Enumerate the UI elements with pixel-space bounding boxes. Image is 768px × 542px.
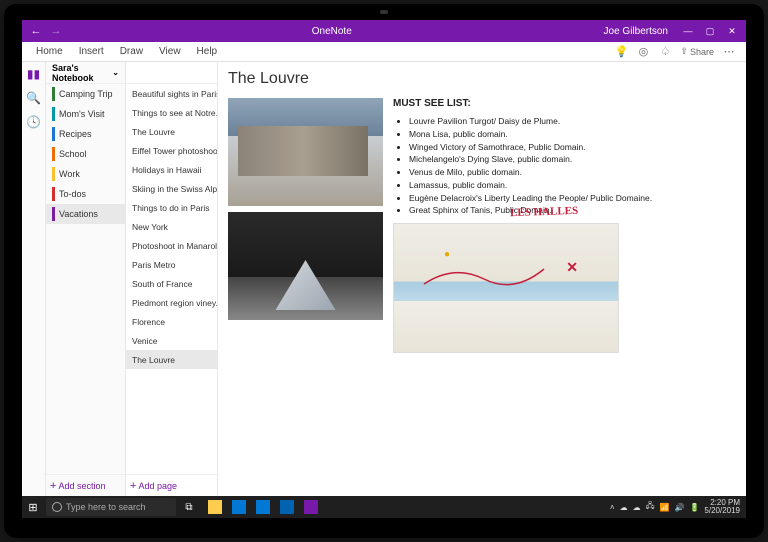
tray-onedrive-icon[interactable]: ☁ [620, 503, 628, 512]
task-view-button[interactable]: ⧉ [178, 496, 200, 518]
taskbar-app-photos[interactable] [276, 496, 298, 518]
section-item[interactable]: Work [46, 164, 125, 184]
list-item: Winged Victory of Samothrace, Public Dom… [409, 141, 736, 154]
page-item[interactable]: Photoshoot in Manarola [126, 236, 217, 255]
pages-panel: Beautiful sights in ParisThings to see a… [126, 62, 218, 496]
list-item: Mona Lisa, public domain. [409, 128, 736, 141]
menu-help[interactable]: Help [189, 46, 226, 57]
list-item: Venus de Milo, public domain. [409, 166, 736, 179]
page-item[interactable]: Piedmont region viney... [126, 293, 217, 312]
page-item[interactable]: Paris Metro [126, 255, 217, 274]
more-icon[interactable]: ⋯ [722, 45, 736, 59]
taskbar-app-store[interactable] [228, 496, 250, 518]
page-item[interactable]: The Louvre [126, 122, 217, 141]
page-item[interactable]: Venice [126, 331, 217, 350]
taskbar-app-mail[interactable] [252, 496, 274, 518]
note-canvas[interactable]: The Louvre MUST SEE LIST: Louvre Pavilio… [218, 62, 746, 496]
menu-draw[interactable]: Draw [112, 46, 151, 57]
forward-button[interactable]: → [50, 25, 62, 37]
section-item[interactable]: To-dos [46, 184, 125, 204]
bell-icon[interactable]: ♤ [658, 45, 672, 59]
windows-taskbar: ⊞ Type here to search ⧉ ˄ ☁ ☁ 🖧 📶 🔊 🔋 [22, 496, 746, 518]
page-item[interactable]: Florence [126, 312, 217, 331]
page-item[interactable]: Things to see at Notre... [126, 103, 217, 122]
menu-view[interactable]: View [151, 46, 189, 57]
notebooks-icon[interactable]: ▮▮ [26, 66, 42, 82]
map-x-mark: ✕ [566, 259, 578, 276]
page-item[interactable]: Eiffel Tower photoshoot [126, 141, 217, 160]
back-button[interactable]: ← [30, 25, 42, 37]
tray-network-icon[interactable]: 🖧 [646, 500, 655, 514]
taskbar-search[interactable]: Type here to search [46, 498, 176, 516]
chevron-down-icon: ⌄ [112, 68, 119, 77]
list-item: Eugène Delacroix's Liberty Leading the P… [409, 192, 736, 205]
app-title: OneNote [70, 26, 594, 37]
section-item[interactable]: Camping Trip [46, 84, 125, 104]
taskbar-app-onenote[interactable] [300, 496, 322, 518]
tray-volume-icon[interactable]: 🔊 [674, 503, 684, 512]
window-titlebar: ← → OneNote Joe Gilbertson — ▢ ✕ [22, 20, 746, 42]
section-item[interactable]: Mom's Visit [46, 104, 125, 124]
must-see-list: Louvre Pavilion Turgot/ Daisy de Plume.M… [393, 115, 736, 217]
section-item[interactable]: Recipes [46, 124, 125, 144]
section-item[interactable]: School [46, 144, 125, 164]
nav-rail: ▮▮ 🔍 🕓 [22, 62, 46, 496]
tray-wifi-icon[interactable]: 📶 [660, 503, 670, 512]
menu-insert[interactable]: Insert [71, 46, 112, 57]
section-item[interactable]: Vacations [46, 204, 125, 224]
notebook-dropdown[interactable]: Sara's Notebook⌄ [46, 62, 125, 84]
recent-icon[interactable]: 🕓 [26, 114, 42, 130]
list-item: Michelangelo's Dying Slave, public domai… [409, 153, 736, 166]
list-item: Louvre Pavilion Turgot/ Daisy de Plume. [409, 115, 736, 128]
page-item[interactable]: Things to do in Paris [126, 198, 217, 217]
page-item[interactable]: South of France [126, 274, 217, 293]
page-item[interactable]: Holidays in Hawaii [126, 160, 217, 179]
minimize-button[interactable]: — [678, 23, 698, 39]
tray-chevron-icon[interactable]: ˄ [610, 503, 615, 512]
image-louvre-exterior[interactable] [228, 98, 383, 206]
tray-onedrive2-icon[interactable]: ☁ [633, 503, 641, 512]
location-icon[interactable]: ◎ [636, 45, 650, 59]
tray-battery-icon[interactable]: 🔋 [689, 503, 699, 512]
menu-home[interactable]: Home [28, 46, 71, 57]
maximize-button[interactable]: ▢ [700, 23, 720, 39]
page-item[interactable]: New York [126, 217, 217, 236]
add-section-button[interactable]: +Add section [46, 474, 125, 496]
page-title[interactable]: The Louvre [228, 70, 736, 88]
search-icon[interactable]: 🔍 [26, 90, 42, 106]
cortana-icon [52, 502, 62, 512]
sections-panel: Sara's Notebook⌄ Camping TripMom's Visit… [46, 62, 126, 496]
taskbar-clock[interactable]: 2:20 PM 5/20/2019 [704, 499, 740, 515]
image-map[interactable]: LES HALLES ● ✕ [393, 223, 619, 353]
close-button[interactable]: ✕ [722, 23, 742, 39]
page-item[interactable]: Skiing in the Swiss Alps [126, 179, 217, 198]
lightbulb-icon[interactable]: 💡 [614, 45, 628, 59]
page-item[interactable]: The Louvre [126, 350, 217, 369]
list-item: Lamassus, public domain. [409, 179, 736, 192]
must-see-heading: MUST SEE LIST: [393, 98, 736, 109]
share-button[interactable]: ⇪Share [680, 45, 714, 59]
user-name[interactable]: Joe Gilbertson [594, 26, 678, 37]
ribbon-menubar: Home Insert Draw View Help 💡 ◎ ♤ ⇪Share … [22, 42, 746, 62]
ink-annotation: LES HALLES [510, 205, 579, 219]
start-button[interactable]: ⊞ [22, 496, 44, 518]
image-louvre-pyramid[interactable] [228, 212, 383, 320]
taskbar-app-explorer[interactable] [204, 496, 226, 518]
add-page-button[interactable]: +Add page [126, 474, 217, 496]
page-item[interactable]: Beautiful sights in Paris [126, 84, 217, 103]
